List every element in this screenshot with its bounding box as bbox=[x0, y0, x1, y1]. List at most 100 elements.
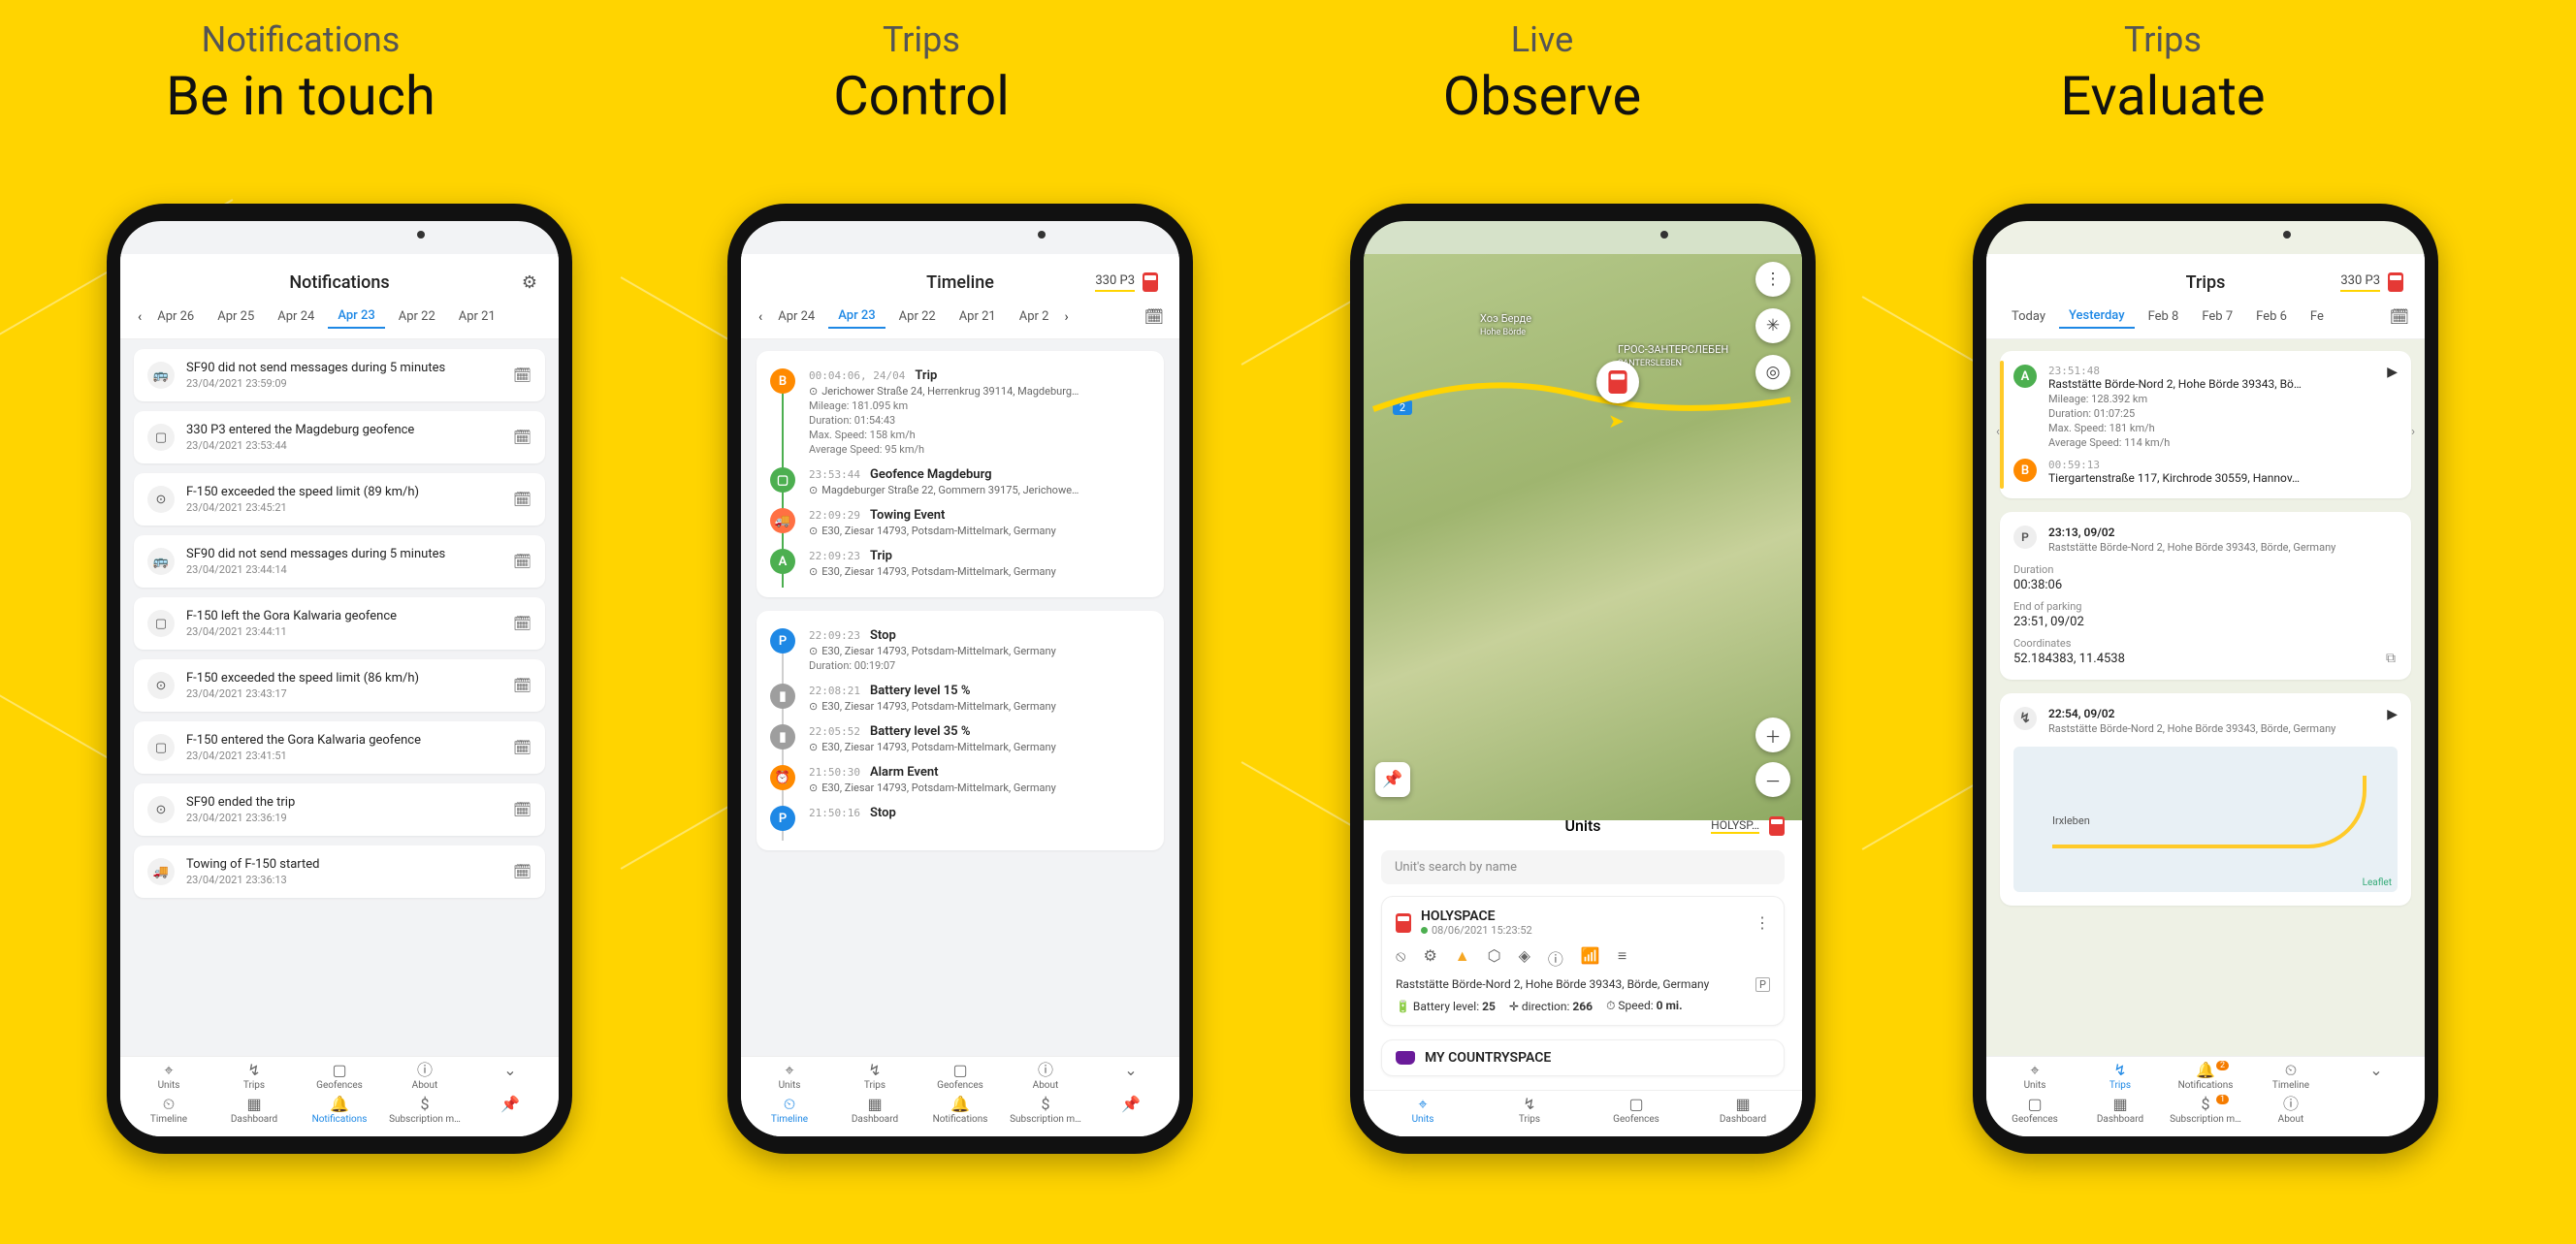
nav-subscription[interactable]: $Subscription m… bbox=[1003, 1097, 1088, 1125]
nav-trips[interactable]: ↯Trips bbox=[1476, 1097, 1583, 1125]
timeline-item[interactable]: B 00:04:06, 24/04 Trip ⊙Jerichower Straß… bbox=[770, 363, 1150, 462]
nav-dashboard[interactable]: ▦Dashboard bbox=[211, 1097, 297, 1125]
trip-card[interactable]: ▶ ‹ › A 23:51:48 Raststätte Börde-Nord 2… bbox=[2000, 351, 2411, 498]
notification-row[interactable]: ⊙ F-150 exceeded the speed limit (86 km/… bbox=[134, 659, 545, 712]
nav-notifications[interactable]: 🔔Notifications2 bbox=[2163, 1063, 2248, 1091]
tab-date[interactable]: Apr 24 bbox=[268, 305, 324, 328]
visibility-off-icon[interactable]: ⦸ bbox=[1396, 946, 1405, 970]
tab-date[interactable]: Apr 21 bbox=[950, 305, 1006, 328]
timeline-item[interactable]: ▮ 22:05:52 Battery level 35 % ⊙E30, Zies… bbox=[770, 718, 1150, 759]
tab-date[interactable]: Apr 22 bbox=[889, 305, 946, 328]
timeline-item[interactable]: ▢ 23:53:44 Geofence Magdeburg ⊙Magdeburg… bbox=[770, 462, 1150, 502]
nav-dashboard[interactable]: ▦Dashboard bbox=[2077, 1097, 2163, 1125]
tab-date[interactable]: Apr 26 bbox=[147, 305, 204, 328]
unit-selector[interactable]: HOLYSP… bbox=[1711, 818, 1759, 834]
zoom-in-icon[interactable]: ＋ bbox=[1755, 718, 1790, 752]
gear-icon[interactable]: ⚙ bbox=[522, 272, 537, 293]
navigate-icon[interactable]: ◈ bbox=[1519, 946, 1530, 970]
nav-geofences[interactable]: ▢Geofences bbox=[297, 1063, 382, 1091]
nav-trips[interactable]: ↯Trips bbox=[211, 1063, 297, 1091]
nav-pin[interactable]: 📌 bbox=[467, 1097, 553, 1125]
calendar-icon[interactable]: 🗓 bbox=[1144, 307, 1164, 326]
settings-icon[interactable]: ⚙ bbox=[1423, 946, 1436, 970]
unit-selector[interactable]: 330 P3 bbox=[2340, 273, 2380, 292]
nav-pin[interactable]: 📌 bbox=[1088, 1097, 1174, 1125]
nav-about[interactable]: ⓘAbout bbox=[2248, 1097, 2334, 1125]
notification-row[interactable]: ▢ 330 P3 entered the Magdeburg geofence … bbox=[134, 411, 545, 463]
zoom-out-icon[interactable]: － bbox=[1755, 762, 1790, 797]
copy-icon[interactable]: ⧉ bbox=[2386, 651, 2396, 666]
info-icon[interactable]: ⓘ bbox=[1548, 946, 1563, 970]
tab-date[interactable]: Apr 21 bbox=[449, 305, 505, 328]
unit-selector[interactable]: 330 P3 bbox=[1095, 273, 1135, 292]
calendar-icon[interactable]: 🗓 bbox=[513, 615, 531, 632]
tab-date[interactable]: Apr 25 bbox=[208, 305, 264, 328]
search-input[interactable]: Unit's search by name bbox=[1381, 850, 1785, 884]
nav-geofences[interactable]: ▢Geofences bbox=[1583, 1097, 1690, 1125]
tab-date-active[interactable]: Apr 23 bbox=[328, 304, 384, 329]
tab-date-active[interactable]: Yesterday bbox=[2059, 304, 2135, 329]
nav-dashboard[interactable]: ▦Dashboard bbox=[1690, 1097, 1796, 1125]
calendar-icon[interactable]: 🗓 bbox=[513, 491, 531, 508]
signal-icon[interactable]: 📶 bbox=[1581, 946, 1600, 970]
tab-date[interactable]: Apr 22 bbox=[389, 305, 445, 328]
timeline-item[interactable]: ▮ 22:08:21 Battery level 15 % ⊙E30, Zies… bbox=[770, 678, 1150, 718]
filter-icon[interactable]: ≡ bbox=[1618, 946, 1626, 970]
timeline-item[interactable]: ⏰ 21:50:30 Alarm Event ⊙E30, Ziesar 1479… bbox=[770, 759, 1150, 800]
chevron-right-icon[interactable]: › bbox=[2411, 425, 2415, 439]
notification-row[interactable]: ⊙ SF90 ended the trip 23/04/2021 23:36:1… bbox=[134, 783, 545, 836]
nav-timeline[interactable]: ⏲Timeline bbox=[2248, 1063, 2334, 1091]
nav-dashboard[interactable]: ▦Dashboard bbox=[832, 1097, 918, 1125]
nav-units[interactable]: ⌖Units bbox=[1992, 1063, 2077, 1091]
tab-date[interactable]: Feb 7 bbox=[2192, 305, 2242, 328]
tab-date[interactable]: Fe bbox=[2301, 305, 2334, 328]
nav-collapse[interactable]: ⌄ bbox=[2334, 1063, 2419, 1091]
nav-notifications[interactable]: 🔔Notifications bbox=[297, 1097, 382, 1125]
map[interactable]: ⋮ ✳ ◎ ＋ － 📌 Хоэ БердеHohe Börde ГРОС-ЗАН… bbox=[1364, 254, 1802, 820]
pushpin-icon[interactable]: 📌 bbox=[1375, 762, 1410, 797]
nav-trips[interactable]: ↯Trips bbox=[2077, 1063, 2163, 1091]
shield-icon[interactable]: ⬡ bbox=[1488, 946, 1501, 970]
calendar-icon[interactable]: 🗓 bbox=[513, 801, 531, 818]
calendar-icon[interactable]: 🗓 bbox=[2390, 307, 2409, 326]
nav-units[interactable]: ⌖Units bbox=[126, 1063, 211, 1091]
chevron-left-icon[interactable]: ‹ bbox=[136, 309, 144, 325]
warning-icon[interactable]: ▲ bbox=[1455, 946, 1470, 970]
tab-date[interactable]: Feb 6 bbox=[2246, 305, 2297, 328]
unit-card[interactable]: HOLYSPACE 08/06/2021 15:23:52 ⋮ ⦸ ⚙ ▲ ⬡ … bbox=[1381, 896, 1785, 1026]
notification-row[interactable]: ▢ F-150 entered the Gora Kalwaria geofen… bbox=[134, 721, 545, 774]
tab-date[interactable]: Today bbox=[2002, 305, 2055, 328]
nav-geofences[interactable]: ▢Geofences bbox=[1992, 1097, 2077, 1125]
calendar-icon[interactable]: 🗓 bbox=[513, 863, 531, 880]
nav-collapse[interactable]: ⌄ bbox=[467, 1063, 553, 1091]
nav-units[interactable]: ⌖Units bbox=[747, 1063, 832, 1091]
tab-date[interactable]: Apr 24 bbox=[768, 305, 824, 328]
notification-row[interactable]: ▢ F-150 left the Gora Kalwaria geofence … bbox=[134, 597, 545, 650]
trip-map-card[interactable]: ▶ ↯ 22:54, 09/02 Raststätte Börde-Nord 2… bbox=[2000, 693, 2411, 906]
nav-subscription[interactable]: $Subscription m… bbox=[382, 1097, 467, 1125]
trip-minimap[interactable]: Irxleben Leaflet bbox=[2013, 747, 2398, 892]
timeline-item[interactable]: A 22:09:23 Trip ⊙E30, Ziesar 14793, Pots… bbox=[770, 543, 1150, 584]
calendar-icon[interactable]: 🗓 bbox=[513, 429, 531, 446]
tab-date[interactable]: Feb 8 bbox=[2139, 305, 2189, 328]
timeline-item[interactable]: P 22:09:23 Stop ⊙E30, Ziesar 14793, Pots… bbox=[770, 622, 1150, 678]
calendar-icon[interactable]: 🗓 bbox=[513, 553, 531, 570]
chevron-left-icon[interactable]: ‹ bbox=[757, 309, 764, 325]
nav-timeline[interactable]: ⏲Timeline bbox=[126, 1097, 211, 1125]
unit-marker[interactable] bbox=[1596, 361, 1639, 403]
notification-row[interactable]: 🚌 SF90 did not send messages during 5 mi… bbox=[134, 349, 545, 401]
notification-row[interactable]: 🚌 SF90 did not send messages during 5 mi… bbox=[134, 535, 545, 588]
nav-notifications[interactable]: 🔔Notifications bbox=[918, 1097, 1003, 1125]
timeline-item[interactable]: P 21:50:16 Stop bbox=[770, 800, 1150, 837]
nav-trips[interactable]: ↯Trips bbox=[832, 1063, 918, 1091]
calendar-icon[interactable]: 🗓 bbox=[513, 677, 531, 694]
tab-date[interactable]: Apr 2 bbox=[1010, 305, 1059, 328]
calendar-icon[interactable]: 🗓 bbox=[513, 739, 531, 756]
nav-subscription[interactable]: $Subscription m…1 bbox=[2163, 1097, 2248, 1125]
chevron-left-icon[interactable]: ‹ bbox=[1996, 425, 2000, 439]
tab-date-active[interactable]: Apr 23 bbox=[828, 304, 885, 329]
unit-card[interactable]: MY COUNTRYSPACE bbox=[1381, 1039, 1785, 1076]
nav-timeline[interactable]: ⏲Timeline bbox=[747, 1097, 832, 1125]
more-icon[interactable]: ⋮ bbox=[1755, 913, 1770, 932]
calendar-icon[interactable]: 🗓 bbox=[513, 367, 531, 384]
